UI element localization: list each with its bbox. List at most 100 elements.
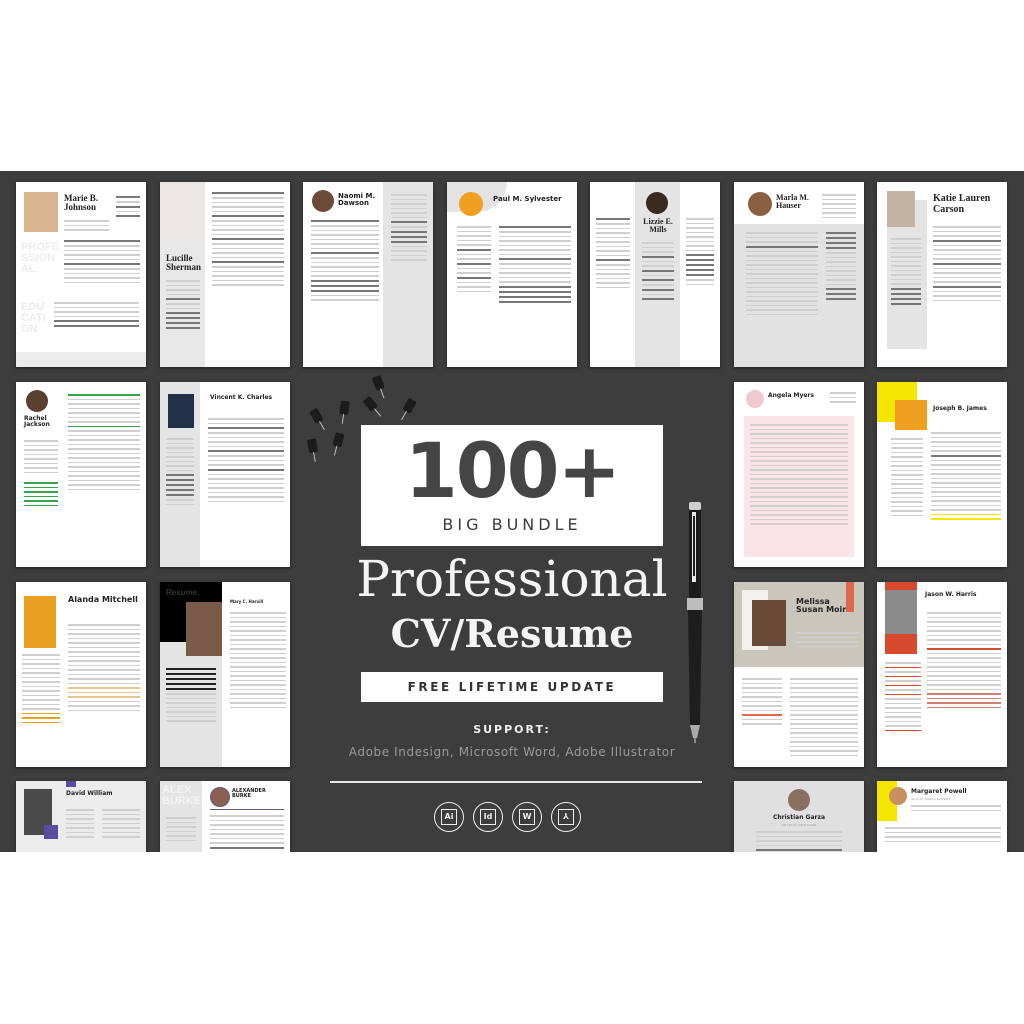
template-name: Christian Garza (772, 814, 826, 821)
template-card[interactable]: Resume. Mary C. Harvill (160, 582, 290, 767)
template-name: Jason W. Harris (925, 591, 977, 598)
sidebar-lines (642, 242, 674, 303)
template-card[interactable]: Lucille Sherman (160, 182, 290, 367)
template-subtitle: SOCIAL MEDIA EXPERT (911, 797, 951, 801)
text-lines (911, 805, 1001, 814)
portrait-photo (895, 400, 927, 430)
footer-bar (16, 352, 146, 367)
footer-bar (877, 351, 1007, 367)
sidebar-lines (457, 226, 491, 295)
text-lines (66, 809, 94, 841)
text-lines (796, 632, 858, 650)
skill-bars (24, 482, 58, 509)
sidebar-lines (391, 194, 427, 264)
template-card[interactable]: Margaret Powell SOCIAL MEDIA EXPERT (877, 781, 1007, 852)
template-card[interactable]: Vincent K. Charles (160, 382, 290, 567)
watermark-text: PROFESSIONAL (21, 241, 59, 275)
text-lines (208, 418, 284, 505)
template-name: Melissa Susan Moir (796, 597, 847, 615)
contact-lines (166, 280, 200, 332)
template-card[interactable]: Marie B. Johnson PROFESSIONAL EDUCATION (16, 182, 146, 367)
text-lines (210, 815, 284, 852)
support-label: SUPPORT: (473, 723, 551, 736)
template-card[interactable]: David William (16, 781, 146, 852)
template-card[interactable]: Marla M. Hauser (734, 182, 864, 367)
bundle-label: BIG BUNDLE (442, 515, 582, 534)
pushpin-icon (339, 400, 350, 416)
text-lines (927, 612, 1001, 711)
text-lines (68, 624, 140, 714)
text-lines (756, 831, 842, 852)
illustrator-glyph: Ai (441, 809, 457, 825)
title-line-2: CV/Resume (390, 611, 634, 656)
template-name: Alanda Mitchell (68, 595, 138, 604)
text-lines (790, 678, 858, 759)
indesign-icon: Id (473, 802, 503, 832)
template-card[interactable]: Lizzie E. Mills (590, 182, 720, 367)
contact-lines (24, 440, 58, 476)
portrait-photo (186, 602, 222, 656)
pdf-icon: ⅄ (551, 802, 581, 832)
template-card[interactable]: Katie Lauren Carson (877, 182, 1007, 367)
text-lines (311, 220, 379, 304)
portrait-photo (889, 787, 907, 805)
portrait-photo (748, 192, 772, 216)
text-lines (230, 612, 286, 711)
template-name: Lucille Sherman (166, 253, 202, 273)
supported-apps: Adobe Indesign, Microsoft Word, Adobe Il… (348, 745, 676, 759)
bundle-count: 100+ (404, 426, 621, 515)
portrait-photo (459, 192, 483, 216)
banner-text: Resume. (166, 588, 200, 597)
template-card[interactable]: Jason W. Harris (877, 582, 1007, 767)
text-lines (686, 218, 714, 288)
contact-lines (116, 196, 140, 220)
template-name: Paul M. Sylvester (493, 195, 562, 203)
divider (330, 781, 702, 783)
pushpin-icon (306, 438, 319, 454)
text-lines (64, 220, 109, 234)
portrait-photo (646, 192, 668, 214)
template-card[interactable]: Rachel Jackson (16, 382, 146, 567)
pushpin-icon (309, 407, 324, 425)
sidebar-lines (891, 238, 921, 308)
contact-lines (166, 817, 196, 844)
portrait-photo (788, 789, 810, 811)
template-card[interactable]: Christian Garza GRAPHIC DESIGNER (734, 781, 864, 852)
text-lines (885, 827, 1001, 845)
template-card[interactable]: Paul M. Sylvester (447, 182, 577, 367)
text-lines (499, 226, 571, 306)
portrait-photo (26, 390, 48, 412)
app-icons: Ai Id W ⅄ (434, 802, 594, 834)
word-icon: W (512, 802, 542, 832)
template-name: Marla M. Hauser (776, 193, 809, 211)
template-card[interactable]: Alanda Mitchell (16, 582, 146, 767)
template-card[interactable]: Joseph B. James (877, 382, 1007, 567)
text-lines (102, 809, 140, 841)
template-name: Vincent K. Charles (210, 394, 273, 401)
text-lines (931, 432, 1001, 523)
text-lines (54, 302, 139, 330)
text-lines (750, 424, 848, 528)
portrait-photo (168, 394, 194, 428)
text-lines (212, 192, 284, 289)
skill-bars (166, 668, 216, 725)
template-card[interactable]: ALEX BURKE ALEXANDER BURKE (160, 781, 290, 852)
portrait-photo (160, 182, 205, 239)
sidebar-lines (22, 654, 60, 726)
portrait-photo (752, 600, 786, 646)
template-card[interactable]: Melissa Susan Moir (734, 582, 864, 767)
text-lines (64, 240, 140, 286)
lifetime-update-badge: FREE LIFETIME UPDATE (361, 672, 663, 702)
portrait-photo (885, 590, 917, 634)
template-card[interactable]: Angela Myers (734, 382, 864, 567)
text-lines (933, 226, 1001, 304)
watermark-text: EDUCATION (21, 301, 46, 335)
template-name: Joseph B. James (933, 405, 987, 412)
title-line-1: Professional (356, 550, 668, 608)
pushpin-icon (402, 397, 417, 415)
text-lines (742, 678, 782, 728)
template-card[interactable]: Naomi M. Dawson (303, 182, 433, 367)
template-name: Marie B. Johnson (64, 193, 98, 213)
text-lines (596, 218, 630, 291)
contact-lines (830, 392, 856, 406)
